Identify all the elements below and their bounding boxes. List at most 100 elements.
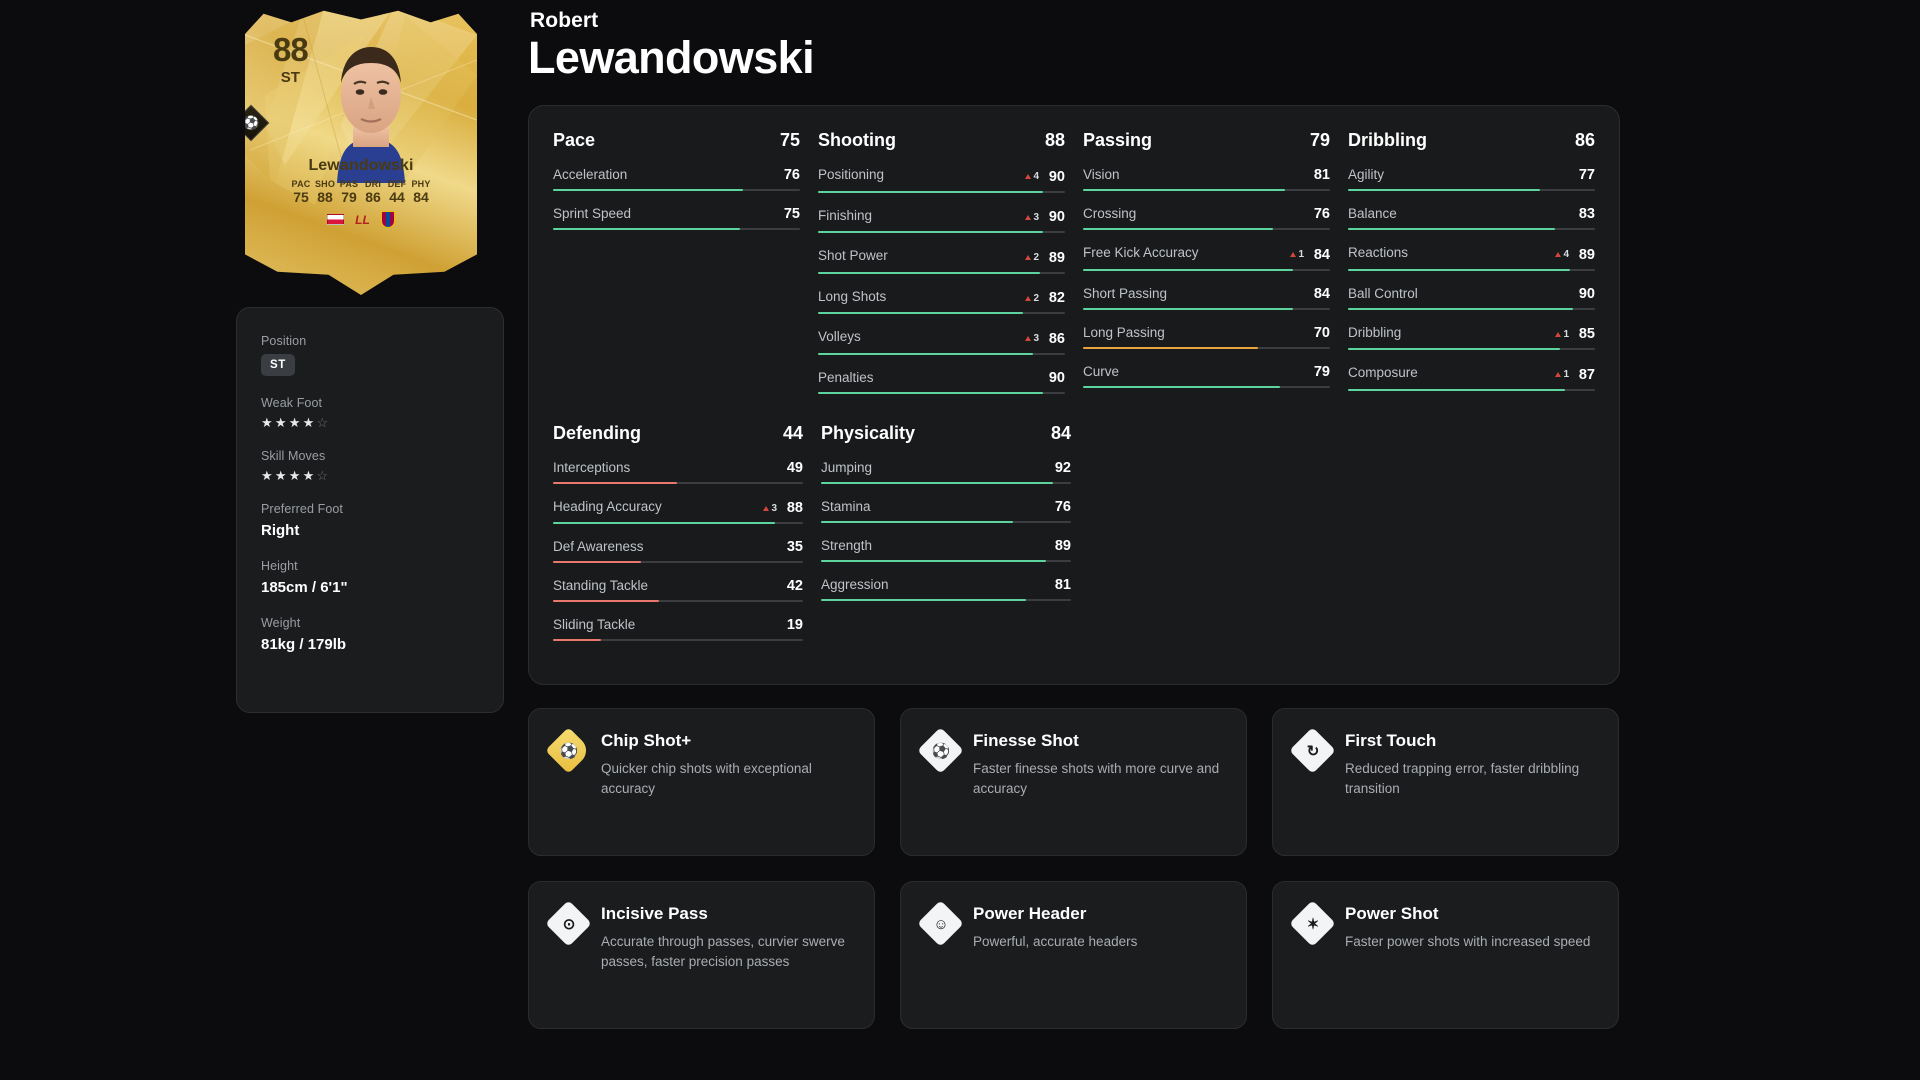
boost-arrow-icon (1025, 255, 1032, 260)
playstyle-glyph: ✶ (1306, 916, 1320, 933)
attribute-bar-fill (818, 352, 1033, 355)
attribute-bar-fill (818, 391, 1043, 394)
attribute-bar-fill (1083, 189, 1286, 191)
attribute-bar-track (1083, 307, 1330, 310)
attribute-name: Heading Accuracy (553, 498, 662, 514)
attribute-name: Vision (1083, 167, 1120, 182)
player-card[interactable]: 88 ST ⚽ Lewandowski PAC 75 SHO 88 PAS 79 DRI 86… (245, 5, 477, 295)
attribute-bar-fill (1348, 307, 1573, 310)
attribute-row: Penalties 90 (818, 370, 1065, 394)
attribute-line: Curve 79 (1083, 364, 1330, 380)
position-label: Position (261, 334, 307, 348)
weak-foot-rating: ★★★★☆ (261, 415, 331, 430)
attribute-value: 90 (1578, 285, 1595, 302)
playstyle-description: Quicker chip shots with exceptional accu… (601, 761, 812, 796)
attribute-line: Acceleration 76 (553, 167, 800, 183)
attribute-bar-fill (821, 598, 1026, 601)
attribute-line: Standing Tackle 42 (553, 578, 803, 594)
attribute-bar-fill (1083, 228, 1273, 230)
height-value: 185cm / 6'1" (261, 579, 348, 596)
height-label: Height (261, 559, 298, 573)
attribute-line: Positioning 4 90 (818, 167, 1065, 185)
attribute-value: 42 (786, 578, 803, 594)
attribute-value: 75 (783, 206, 800, 222)
playstyle-card[interactable]: ☺ Power Header Powerful, accurate headers (900, 881, 1247, 1029)
attribute-bar-track (1348, 388, 1595, 391)
attribute-group-name: Pace (553, 130, 596, 150)
weight-value: 81kg / 179lb (261, 636, 347, 653)
attribute-name: Jumping (821, 459, 873, 475)
attribute-name: Stamina (821, 498, 871, 514)
attribute-value-group: 3 86 (1025, 331, 1065, 347)
attribute-value-group: 76 (1049, 499, 1071, 515)
attribute-bar-track (1348, 228, 1595, 230)
attribute-line: Long Passing 70 (1083, 325, 1330, 341)
playstyle-card[interactable]: ↻ First Touch Reduced trapping error, fast… (1272, 708, 1619, 856)
attribute-value-group: 84 (1308, 286, 1330, 302)
card-info: Lewandowski PAC 75 SHO 88 PAS 79 DRI 86 DEF 44 PHY… (245, 157, 477, 229)
card-player-name: Lewandowski (308, 157, 414, 174)
attribute-line: Dribbling 1 85 (1348, 325, 1595, 343)
position-chip: ST (261, 354, 295, 376)
playstyle-text: Chip Shot+ Quicker chip shots with except… (601, 731, 852, 831)
attribute-name: Reactions (1348, 245, 1409, 260)
attribute-name: Aggression (821, 576, 889, 592)
attribute-value: 70 (1313, 324, 1330, 341)
attribute-value-group: 4 89 (1555, 247, 1595, 263)
playstyle-description: Powerful, accurate headers (973, 934, 1138, 949)
playstyle-text: Power Shot Faster power shots with increa… (1345, 904, 1596, 1004)
playstyle-card[interactable]: ✶ Power Shot Faster power shots with incre… (1272, 881, 1619, 1029)
attribute-value: 84 (1313, 246, 1330, 263)
skill-moves-rating: ★★★★☆ (261, 468, 331, 483)
attribute-bar-fill (553, 600, 660, 602)
attribute-line: Ball Control 90 (1348, 286, 1595, 302)
preferred-foot-value: Right (261, 522, 300, 539)
boost-arrow-icon (1025, 295, 1032, 301)
attribute-group-value: 84 (1050, 422, 1071, 443)
attribute-bar-fill (553, 639, 601, 641)
attribute-group-pace: Pace 75 Acceleration 76 Sprint Speed 75 (553, 130, 800, 409)
attribute-row: Long Shots 2 82 (818, 289, 1065, 314)
attribute-bar-fill (1348, 228, 1556, 230)
attribute-bar-fill (818, 190, 1043, 193)
attribute-name: Positioning (818, 167, 885, 182)
attribute-line: Long Shots 2 82 (818, 289, 1065, 307)
attribute-value-group: 3 88 (763, 500, 803, 516)
playstyle-text: Finesse Shot Faster finesse shots with mo… (973, 731, 1224, 831)
attribute-group-header: Passing 79 (1083, 130, 1330, 151)
attribute-value-group: 4 90 (1025, 169, 1065, 185)
attribute-value: 81 (1054, 576, 1071, 593)
attribute-row: Crossing 76 (1083, 206, 1330, 230)
attribute-name: Long Shots (818, 288, 887, 304)
attribute-value: 76 (1054, 498, 1071, 515)
playstyle-card[interactable]: ⊙ Incisive Pass Accurate through passes, c… (528, 881, 875, 1029)
attribute-bar-track (1348, 307, 1595, 310)
playstyle-card[interactable]: ⚽ Chip Shot+ Quicker chip shots with excep… (528, 708, 875, 856)
attribute-value-group: 92 (1049, 460, 1071, 476)
attribute-value: 90 (1048, 168, 1065, 185)
attribute-line: Free Kick Accuracy 1 84 (1083, 245, 1330, 263)
attribute-line: Aggression 81 (821, 577, 1071, 593)
attributes-row-bottom: Defending 44 Interceptions 49 Heading Accura… (553, 423, 1595, 657)
attribute-boost-badge: 1 (1290, 249, 1304, 260)
playstyle-card[interactable]: ⚽ Finesse Shot Faster finesse shots with m… (900, 708, 1247, 856)
poland-flag-icon (327, 214, 345, 226)
attribute-name: Shot Power (818, 248, 888, 263)
attribute-bar-track (818, 271, 1065, 274)
incisive-pass-icon: ⊙ (545, 900, 592, 947)
boost-arrow-icon (1555, 252, 1562, 257)
attribute-bar-fill (821, 481, 1054, 484)
attribute-bar-track (553, 481, 803, 484)
boost-amount: 1 (1563, 328, 1569, 340)
weak-foot-label: Weak Foot (261, 396, 323, 410)
attribute-value-group: 1 84 (1290, 247, 1330, 263)
attribute-bar-track (1083, 228, 1330, 230)
attribute-boost-badge: 3 (1025, 333, 1039, 344)
attribute-bar-track (1083, 268, 1330, 271)
attribute-bar-track (818, 231, 1065, 233)
attribute-value-group: 79 (1308, 364, 1330, 380)
attribute-bar-track (821, 520, 1071, 523)
attribute-value: 83 (1578, 206, 1595, 222)
card-logos: LL (245, 211, 477, 229)
attribute-value: 85 (1578, 326, 1595, 342)
